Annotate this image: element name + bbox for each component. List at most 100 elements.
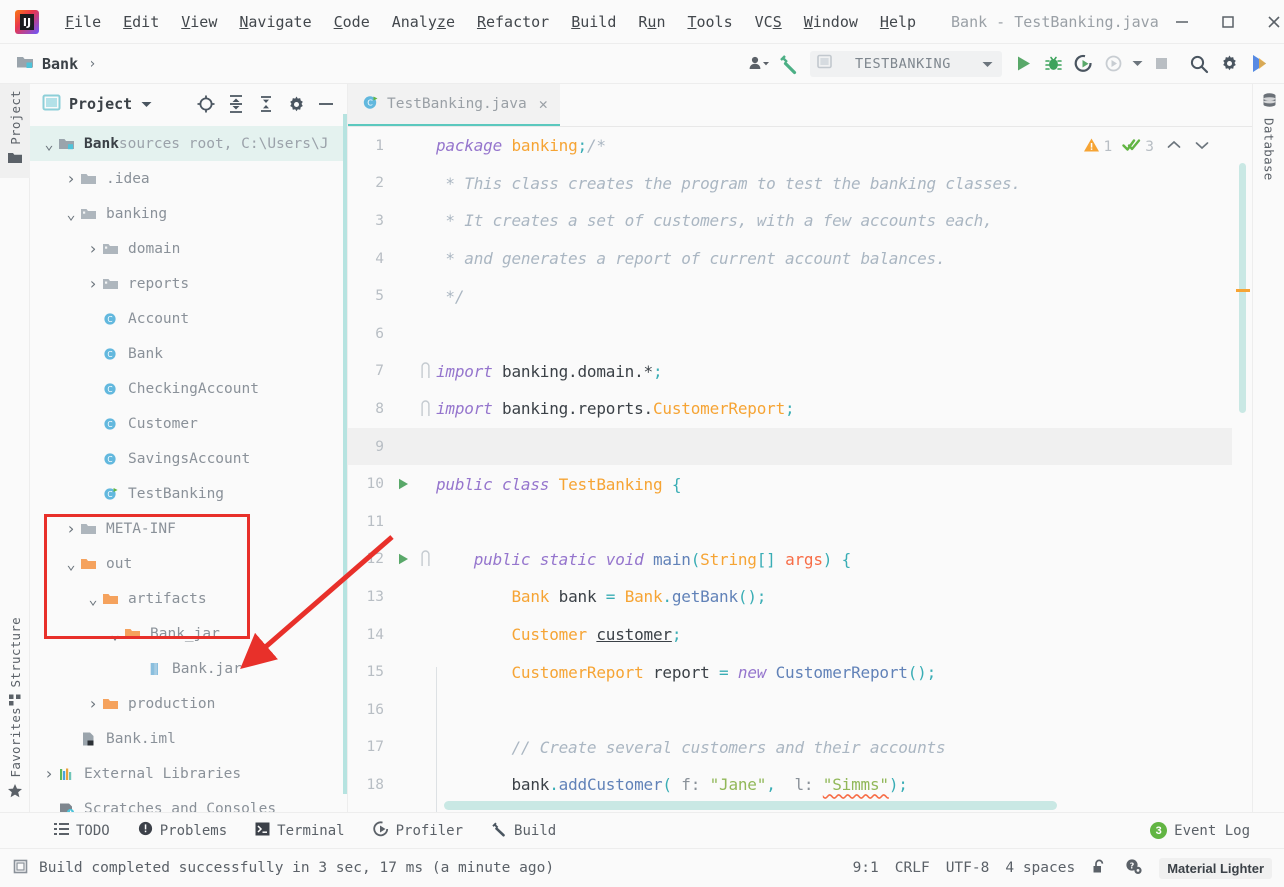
tree-item-customer[interactable]: C Customer [30,406,348,441]
editor-tab-testbanking[interactable]: C TestBanking.java ✕ [348,84,560,127]
chevron-down-icon[interactable] [981,54,994,73]
chevron-right-icon[interactable]: › [84,274,102,293]
bottom-item-todo[interactable]: TODO [40,822,124,840]
chevron-right-icon[interactable]: › [84,239,102,258]
fold-marker-icon[interactable] [414,360,436,382]
chevron-right-icon[interactable]: › [84,694,102,713]
inspection-widget[interactable]: 1 3 [1083,137,1210,157]
sidebar-item-database[interactable]: Database [1253,92,1284,181]
code-line[interactable]: 15 CustomerReport report = new CustomerR… [348,653,1252,691]
code-line[interactable]: 18 bank.addCustomer( f: "Jane", l: "Simm… [348,766,1252,804]
bottom-item-problems[interactable]: Problems [124,821,241,840]
unlocked-icon[interactable] [1091,858,1108,879]
sidebar-item-favorites[interactable]: Favorites [0,701,30,812]
indent-setting[interactable]: 4 spaces [1005,860,1075,876]
hide-icon[interactable] [312,90,340,118]
code-line[interactable]: 2 * This class creates the program to te… [348,165,1252,203]
sidebar-item-project[interactable]: Project [0,84,30,178]
code-line[interactable]: 3 * It creates a set of customers, with … [348,202,1252,240]
code-line[interactable]: 7 import banking.domain.*; [348,353,1252,391]
run-coverage-icon[interactable] [1068,49,1098,79]
editor-marker-gutter[interactable] [1232,127,1252,812]
line-separator[interactable]: CRLF [895,860,930,876]
menu-item-window[interactable]: Window [793,10,869,34]
run-icon[interactable] [1008,49,1038,79]
chevron-right-icon[interactable]: › [62,169,80,188]
maximize-icon[interactable] [1205,0,1251,44]
menu-item-file[interactable]: File [54,10,112,34]
code-line[interactable]: 12 public static void main(String[] args… [348,541,1252,579]
code-line[interactable]: 4 * and generates a report of current ac… [348,240,1252,278]
settings-icon[interactable] [1214,49,1244,79]
status-message-group[interactable]: Build completed successfully in 3 sec, 1… [12,858,554,879]
profile-run-icon[interactable] [1098,49,1128,79]
chevron-down-icon[interactable]: ⌄ [62,206,80,221]
chevron-down-icon[interactable]: ⌄ [84,591,102,606]
tree-item-meta-inf[interactable]: › META-INF [30,511,348,546]
menu-item-refactor[interactable]: Refactor [466,10,560,34]
prev-problem-icon[interactable] [1166,139,1182,155]
run-configuration-selector[interactable]: TESTBANKING [809,50,1002,77]
fold-marker-icon[interactable] [414,398,436,420]
close-icon[interactable]: ✕ [539,95,548,113]
code-line[interactable]: 16 [348,691,1252,729]
tree-item--idea[interactable]: › .idea [30,161,348,196]
tree-item-bank[interactable]: C Bank [30,336,348,371]
expand-all-icon[interactable] [222,90,250,118]
tree-item-out[interactable]: ⌄ out [30,546,348,581]
menu-item-edit[interactable]: Edit [112,10,170,34]
breadcrumb[interactable]: Bank › [16,54,97,74]
tree-item-bank[interactable]: ⌄ Bank sources root, C:\Users\J [30,126,348,161]
caret-position[interactable]: 9:1 [853,860,879,876]
horizontal-scrollbar[interactable] [444,801,1057,810]
collapse-all-icon[interactable] [252,90,280,118]
run-gutter-icon[interactable] [392,477,414,491]
chevron-down-icon[interactable]: ⌄ [62,556,80,571]
menu-item-tools[interactable]: Tools [676,10,743,34]
menu-item-navigate[interactable]: Navigate [228,10,322,34]
chevron-down-icon[interactable]: ⌄ [106,626,124,641]
scrollbar-thumb[interactable] [1239,163,1246,413]
tree-item-reports[interactable]: › reports [30,266,348,301]
tree-item-savingsaccount[interactable]: C SavingsAccount [30,441,348,476]
code-line[interactable]: 5 */ [348,277,1252,315]
stop-icon[interactable] [1146,49,1176,79]
tree-item-testbanking[interactable]: C TestBanking [30,476,348,511]
menu-item-help[interactable]: Help [869,10,927,34]
tree-item-account[interactable]: C Account [30,301,348,336]
tree-item-banking[interactable]: ⌄ banking [30,196,348,231]
menu-item-build[interactable]: Build [560,10,627,34]
tree-item-bank-jar[interactable]: Bank.jar [30,651,348,686]
code-line[interactable]: 10 public class TestBanking { [348,465,1252,503]
menu-item-run[interactable]: Run [627,10,676,34]
chevron-right-icon[interactable]: › [40,764,58,783]
project-tree[interactable]: ⌄ Bank sources root, C:\Users\J › .idea ⌄ ban… [30,124,348,812]
gear-icon[interactable] [282,90,310,118]
chevron-down-icon[interactable] [1128,49,1146,79]
menu-item-view[interactable]: View [170,10,228,34]
profile-icon[interactable] [744,49,774,79]
menu-item-code[interactable]: Code [323,10,381,34]
chevron-down-icon[interactable] [140,95,153,113]
updates-icon[interactable] [1244,49,1274,79]
run-gutter-icon[interactable] [392,552,414,566]
code-line[interactable]: 17 // Create several customers and their… [348,729,1252,767]
menu-item-vcs[interactable]: VCS [744,10,793,34]
tree-item-artifacts[interactable]: ⌄ artifacts [30,581,348,616]
next-problem-icon[interactable] [1194,139,1210,155]
warning-marker[interactable] [1236,289,1250,292]
theme-switcher[interactable]: Material Lighter [1159,857,1272,879]
code-lines[interactable]: 1 package banking;/* 2 * This class create… [348,127,1252,804]
bottom-item-build[interactable]: Build [477,821,570,841]
project-view-selector[interactable]: Project [42,94,153,115]
fold-marker-icon[interactable] [414,548,436,570]
locate-icon[interactable] [192,90,220,118]
hammer-build-icon[interactable] [774,49,804,79]
code-line[interactable]: 11 [348,503,1252,541]
tree-item-bank-iml[interactable]: Bank.iml [30,721,348,756]
code-line[interactable]: 13 Bank bank = Bank.getBank(); [348,578,1252,616]
code-viewport[interactable]: 1 package banking;/* 2 * This class create… [348,127,1252,812]
menu-item-analyze[interactable]: Analyze [381,10,466,34]
code-line[interactable]: 9 [348,427,1252,466]
event-log-button[interactable]: 3 Event Log [1136,822,1284,839]
